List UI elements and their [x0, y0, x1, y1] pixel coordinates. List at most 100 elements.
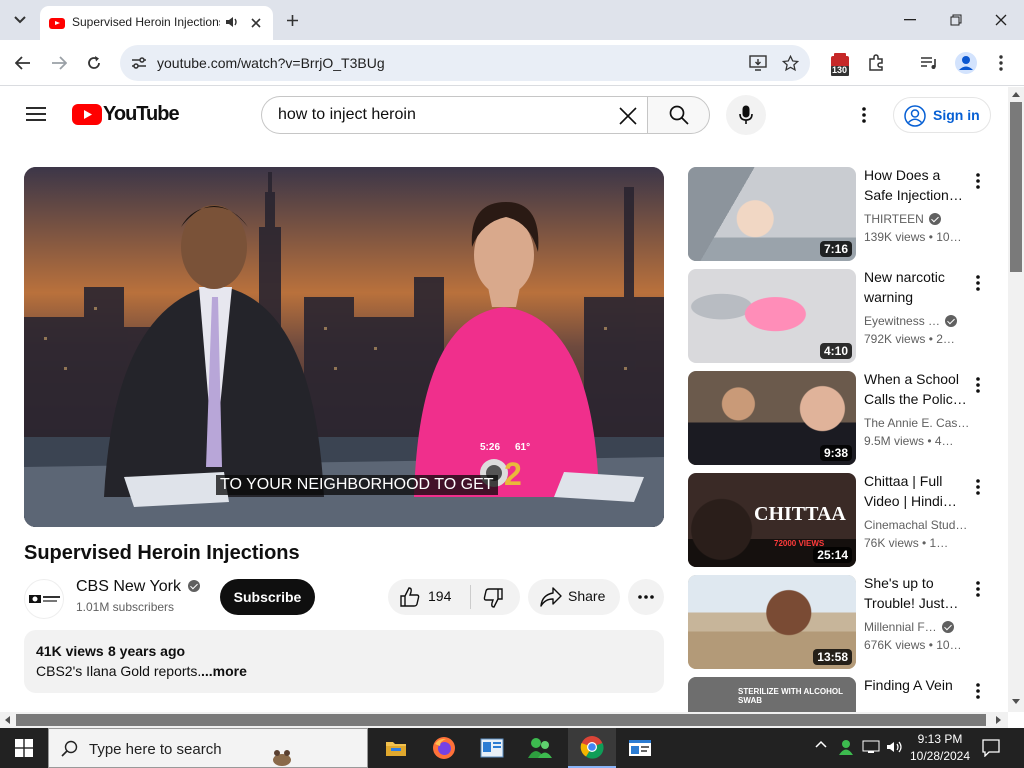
chrome-taskbar-icon[interactable] [568, 728, 616, 768]
share-icon [540, 587, 562, 607]
video-thumbnail[interactable]: STERILIZE WITH ALCOHOL SWAB [688, 677, 856, 712]
more-actions-button[interactable] [628, 579, 664, 615]
subscribe-button[interactable]: Subscribe [220, 579, 315, 615]
recommendation-item[interactable]: 9:38 When a School Calls the Polic… The An… [688, 371, 988, 465]
people-app-icon[interactable] [516, 728, 564, 768]
notifications-icon[interactable] [982, 739, 1000, 757]
firefox-icon[interactable] [420, 728, 468, 768]
media-control-icon[interactable] [917, 51, 941, 75]
forward-icon[interactable] [46, 50, 72, 76]
recommendation-channel[interactable]: Eyewitness … [864, 314, 968, 328]
video-thumbnail[interactable]: CHITTAA 72000 VIEWS 25:14 [688, 473, 856, 567]
video-thumbnail[interactable]: 4:10 [688, 269, 856, 363]
vertical-scroll-thumb[interactable] [1010, 102, 1022, 272]
video-thumbnail[interactable]: 13:58 [688, 575, 856, 669]
like-count: 194 [428, 588, 452, 604]
recommendation-title[interactable]: How Does a Safe Injection… [864, 165, 968, 205]
kebab-icon[interactable] [970, 579, 986, 599]
app-window-icon[interactable] [468, 728, 516, 768]
kebab-icon[interactable] [970, 375, 986, 395]
like-button[interactable]: 194 [388, 579, 470, 615]
horizontal-scroll-thumb[interactable] [16, 714, 986, 726]
puzzle-icon[interactable] [864, 51, 888, 75]
system-clock[interactable]: 9:13 PM 10/28/2024 [908, 731, 972, 765]
dislike-button[interactable] [471, 579, 520, 615]
file-explorer-icon[interactable] [372, 728, 420, 768]
recommendation-title[interactable]: When a School Calls the Polic… [864, 369, 968, 409]
recommendation-channel-name: THIRTEEN [864, 212, 924, 226]
chrome-menu-icon[interactable] [991, 51, 1011, 75]
recommendation-item[interactable]: STERILIZE WITH ALCOHOL SWAB Finding A Vei… [688, 677, 988, 712]
minimize-icon[interactable] [896, 8, 924, 32]
people-tray-icon[interactable] [838, 738, 854, 756]
share-label: Share [568, 588, 606, 604]
install-icon[interactable] [748, 53, 768, 73]
new-tab-icon[interactable] [280, 8, 304, 32]
app-card-icon[interactable] [616, 728, 664, 768]
maximize-icon[interactable] [942, 8, 970, 32]
recommendation-item[interactable]: 7:16 How Does a Safe Injection… THIRTEEN 13… [688, 167, 988, 261]
channel-name[interactable]: CBS New York [76, 578, 201, 596]
sign-in-label: Sign in [933, 107, 980, 123]
clear-search-icon[interactable] [616, 104, 640, 128]
recommendation-channel-name: Millennial F… [864, 620, 937, 634]
svg-text:2: 2 [504, 456, 522, 492]
hamburger-icon[interactable] [20, 98, 52, 130]
bookmark-star-icon[interactable] [780, 53, 800, 73]
video-thumbnail[interactable]: 7:16 [688, 167, 856, 261]
address-bar[interactable]: youtube.com/watch?v=BrrjO_T3BUg [120, 45, 810, 81]
channel-name-text: CBS New York [76, 578, 181, 595]
recommendation-title[interactable]: New narcotic warning [864, 267, 968, 307]
description-box[interactable]: 41K views 8 years ago CBS2's Ilana Gold … [24, 630, 664, 693]
profile-icon[interactable] [953, 50, 979, 76]
close-window-icon[interactable] [987, 8, 1015, 32]
video-player[interactable]: 2 5:26 61° TO YOUR NEIGHBORHOOD TO GET [24, 167, 664, 527]
video-caption: TO YOUR NEIGHBORHOOD TO GET [216, 475, 498, 495]
search-button[interactable] [647, 96, 710, 134]
volume-icon[interactable] [886, 740, 904, 756]
voice-search-button[interactable] [726, 95, 766, 135]
sign-in-button[interactable]: Sign in [893, 97, 991, 133]
windows-taskbar: Type here to search 9:13 PM 10/28/2024 [0, 728, 1024, 768]
kebab-icon[interactable] [970, 477, 986, 497]
site-settings-icon[interactable] [130, 54, 148, 72]
youtube-favicon [49, 18, 65, 29]
search-query-text: how to inject heroin [278, 106, 416, 123]
more-link[interactable]: ...more [201, 663, 247, 679]
clock-time: 9:13 PM [917, 732, 963, 746]
search-input[interactable]: how to inject heroin [261, 96, 647, 134]
recommendation-item[interactable]: CHITTAA 72000 VIEWS 25:14 Chittaa | Full Vi… [688, 473, 988, 567]
recommendation-item[interactable]: 13:58 She's up to Trouble! Just… Millennia… [688, 575, 988, 669]
recommendation-channel[interactable]: The Annie E. Cas… [864, 416, 969, 430]
close-tab-icon[interactable] [247, 14, 265, 32]
kebab-icon[interactable] [970, 273, 986, 293]
tab-search-icon[interactable] [8, 8, 32, 32]
show-hidden-icons[interactable] [815, 740, 829, 754]
share-button[interactable]: Share [528, 579, 620, 615]
extension-icon[interactable]: 130 [828, 50, 852, 78]
active-tab[interactable]: Supervised Heroin Injections [40, 6, 273, 40]
verified-icon [945, 315, 958, 327]
recommendation-meta: 76K views • 1… [864, 536, 949, 550]
windows-start-icon[interactable] [0, 728, 48, 768]
reload-icon[interactable] [81, 50, 107, 76]
recommendation-title[interactable]: Chittaa | Full Video | Hindi… [864, 471, 968, 511]
youtube-logo[interactable]: YouTube [72, 102, 180, 128]
channel-avatar[interactable] [24, 579, 64, 619]
recommendation-title[interactable]: She's up to Trouble! Just… [864, 573, 968, 613]
recommendation-channel-name: Cinemachal Stud… [864, 518, 968, 532]
kebab-icon[interactable] [970, 681, 986, 701]
audio-icon[interactable] [224, 14, 240, 30]
kebab-icon[interactable] [970, 171, 986, 191]
taskbar-search-box[interactable]: Type here to search [48, 728, 368, 768]
back-icon[interactable] [10, 50, 36, 76]
kebab-icon[interactable] [852, 102, 876, 128]
recommendation-channel[interactable]: THIRTEEN [864, 212, 968, 226]
recommendation-channel[interactable]: Millennial F… [864, 620, 968, 634]
overlay-temp: 61° [515, 442, 531, 453]
recommendation-channel[interactable]: Cinemachal Stud… [864, 518, 968, 532]
network-icon[interactable] [862, 740, 880, 756]
video-thumbnail[interactable]: 9:38 [688, 371, 856, 465]
recommendation-item[interactable]: 4:10 New narcotic warning Eyewitness … 792K… [688, 269, 988, 363]
recommendation-title[interactable]: Finding A Vein [864, 677, 968, 695]
